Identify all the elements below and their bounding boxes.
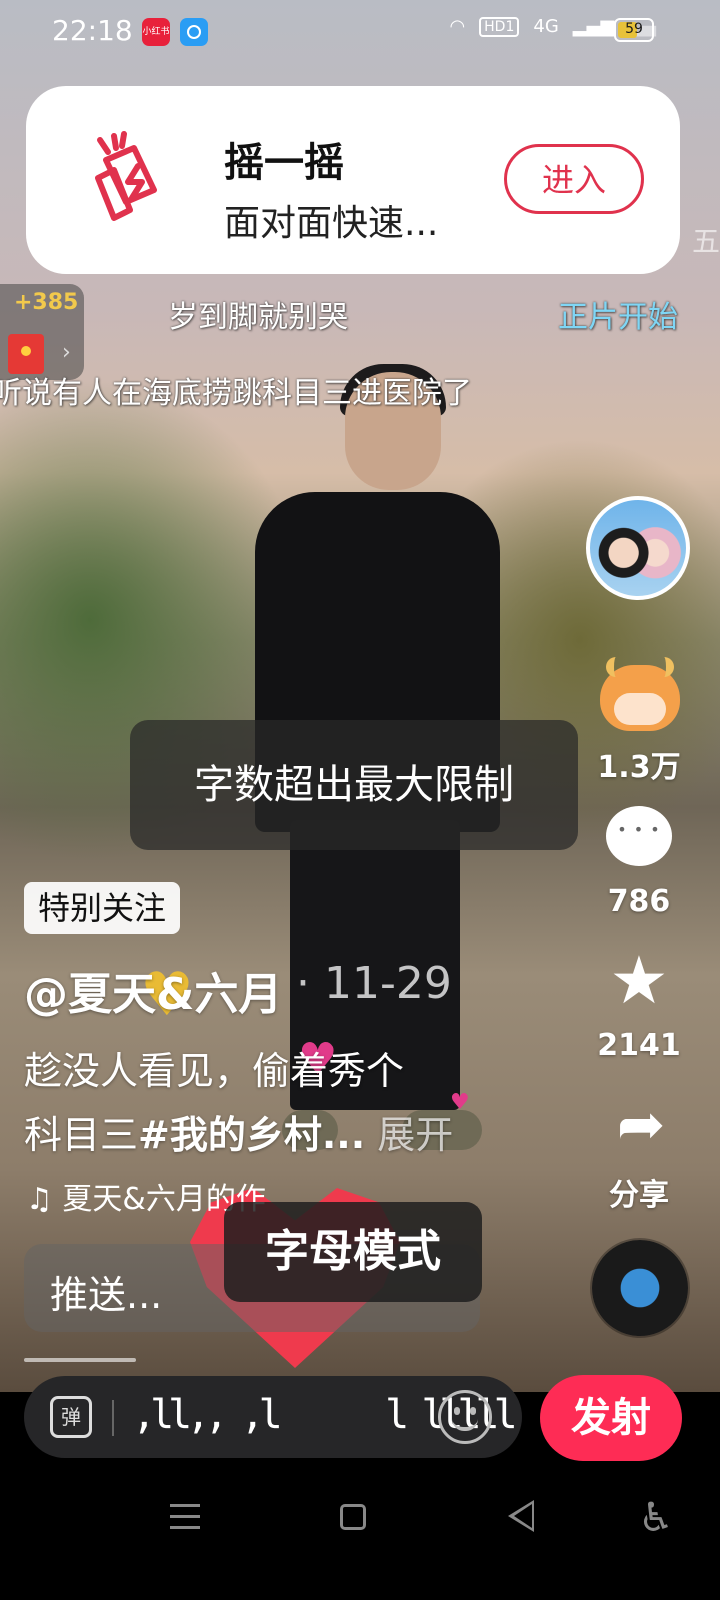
emoji-icon[interactable] <box>438 1390 492 1444</box>
like-cow-icon[interactable] <box>600 657 680 731</box>
browser-app-icon <box>180 18 208 46</box>
favorite-count: 2141 <box>597 1028 681 1063</box>
limit-toast: 字数超出最大限制 <box>130 720 578 850</box>
description-line-1: 趁没人看见，偷着秀个 <box>24 1049 405 1093</box>
battery-icon: 59 <box>614 18 654 42</box>
network-label: 4G <box>533 16 559 37</box>
battery-level: 59 <box>625 21 643 37</box>
favorite-count-wrap: 2141 <box>584 1028 694 1063</box>
send-button[interactable]: 发射 <box>540 1375 682 1461</box>
music-disc-icon[interactable] <box>592 1240 688 1336</box>
author-name[interactable]: @夏天&六月 <box>24 958 282 1022</box>
xiaohongshu-app-icon: 小红书 <box>142 18 170 46</box>
shake-phone-icon <box>95 131 157 221</box>
mode-toast: 字母模式 <box>224 1202 482 1302</box>
red-packet-widget[interactable]: +385 › <box>0 284 84 380</box>
accessibility-icon[interactable]: ♿ <box>638 1498 674 1538</box>
danmaku-item: 正片开始 <box>558 300 678 335</box>
signal-icon: ▂▄▆ <box>572 16 615 37</box>
back-icon[interactable] <box>508 1500 534 1532</box>
push-label: 推送... <box>50 1273 163 1317</box>
input-divider <box>112 1400 114 1436</box>
danmaku-toggle-icon[interactable]: 弹 <box>50 1396 92 1438</box>
share-arrow-icon[interactable]: ➦ <box>606 1094 676 1154</box>
danmaku-item: 岁到脚就别哭 <box>168 300 348 335</box>
hashtag-link[interactable]: #我的乡村... <box>138 1113 365 1157</box>
comment-count: 786 <box>607 884 671 919</box>
expand-link[interactable]: 展开 <box>377 1113 453 1157</box>
home-icon[interactable] <box>340 1504 366 1530</box>
like-count: 1.3万 <box>597 750 681 785</box>
shake-card[interactable]: 摇一摇 面对面快速... 进入 <box>26 86 680 274</box>
like-count-wrap: 1.3万 <box>584 742 694 786</box>
author-avatar[interactable] <box>586 496 690 600</box>
video-progress[interactable] <box>24 1358 136 1362</box>
description-text: 科目三 <box>24 1113 139 1157</box>
share-label-wrap: 分享 <box>584 1170 694 1214</box>
comment-icon[interactable] <box>606 806 672 866</box>
comment-count-wrap: 786 <box>584 884 694 919</box>
description-line-2: 科目三#我的乡村... 展开 <box>24 1104 453 1159</box>
special-follow-badge[interactable]: 特别关注 <box>24 882 181 934</box>
red-packet-count: +385 <box>14 290 79 315</box>
shake-subtitle: 面对面快速... <box>224 203 439 244</box>
status-time: 22:18 <box>52 14 133 47</box>
menu-icon[interactable] <box>170 1504 200 1530</box>
status-bar: 22:18 小红书 ◠ HD1 4G ▂▄▆ ▂▄ 59 <box>0 0 720 64</box>
favorite-star-icon[interactable]: ★ <box>604 946 674 1016</box>
share-label: 分享 <box>609 1178 669 1213</box>
enter-button[interactable]: 进入 <box>504 144 644 214</box>
wifi-icon: ◠ <box>449 16 466 37</box>
shake-title: 摇一摇 <box>224 140 344 186</box>
chevron-right-icon: › <box>62 340 71 365</box>
post-date: · 11-29 <box>296 958 452 1009</box>
edge-danmaku: 五 <box>691 225 720 258</box>
danmaku-item: 听说有人在海底捞跳科目三进医院了 <box>0 376 472 411</box>
danmaku-input-bar[interactable]: 弹 ,ll,, ,l l lllll <box>24 1376 522 1458</box>
system-nav-bar: ♿ <box>0 1480 720 1560</box>
hd-icon: HD1 <box>479 16 520 37</box>
